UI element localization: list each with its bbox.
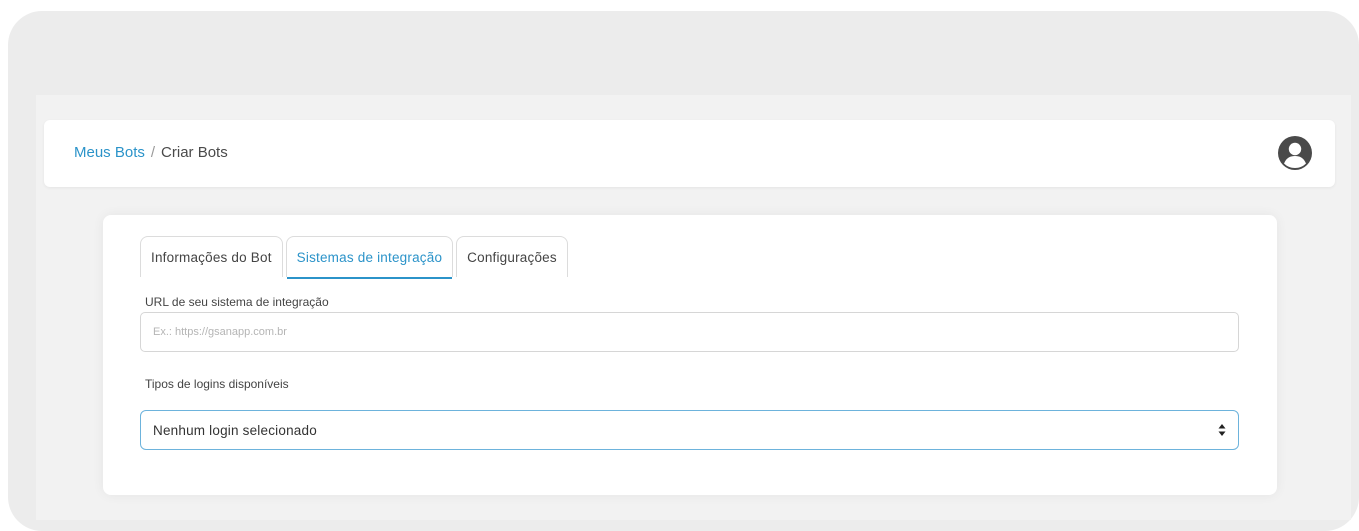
url-field-label: URL de seu sistema de integração bbox=[145, 295, 329, 309]
bot-form-card: Informações do Bot Sistemas de integraçã… bbox=[103, 215, 1277, 495]
tab-sistemas-de-integracao[interactable]: Sistemas de integração bbox=[285, 236, 454, 279]
logins-field-label: Tipos de logins disponíveis bbox=[145, 377, 289, 391]
user-circle-icon bbox=[1278, 136, 1312, 170]
breadcrumb-separator: / bbox=[150, 144, 156, 161]
logins-select-value: Nenhum login selecionado bbox=[153, 422, 317, 438]
form-tabs: Informações do Bot Sistemas de integraçã… bbox=[140, 236, 568, 279]
user-avatar[interactable] bbox=[1277, 135, 1313, 171]
sort-arrows-icon bbox=[1218, 424, 1226, 436]
logins-select[interactable]: Nenhum login selecionado bbox=[140, 410, 1239, 450]
tab-configuracoes[interactable]: Configurações bbox=[456, 236, 568, 277]
breadcrumb: Meus Bots / Criar Bots bbox=[74, 144, 228, 161]
breadcrumb-link-meus-bots[interactable]: Meus Bots bbox=[74, 144, 145, 161]
breadcrumb-current: Criar Bots bbox=[161, 144, 228, 161]
url-input[interactable] bbox=[140, 312, 1239, 352]
tab-informacoes-do-bot[interactable]: Informações do Bot bbox=[140, 236, 283, 277]
top-header: Meus Bots / Criar Bots bbox=[44, 120, 1335, 187]
